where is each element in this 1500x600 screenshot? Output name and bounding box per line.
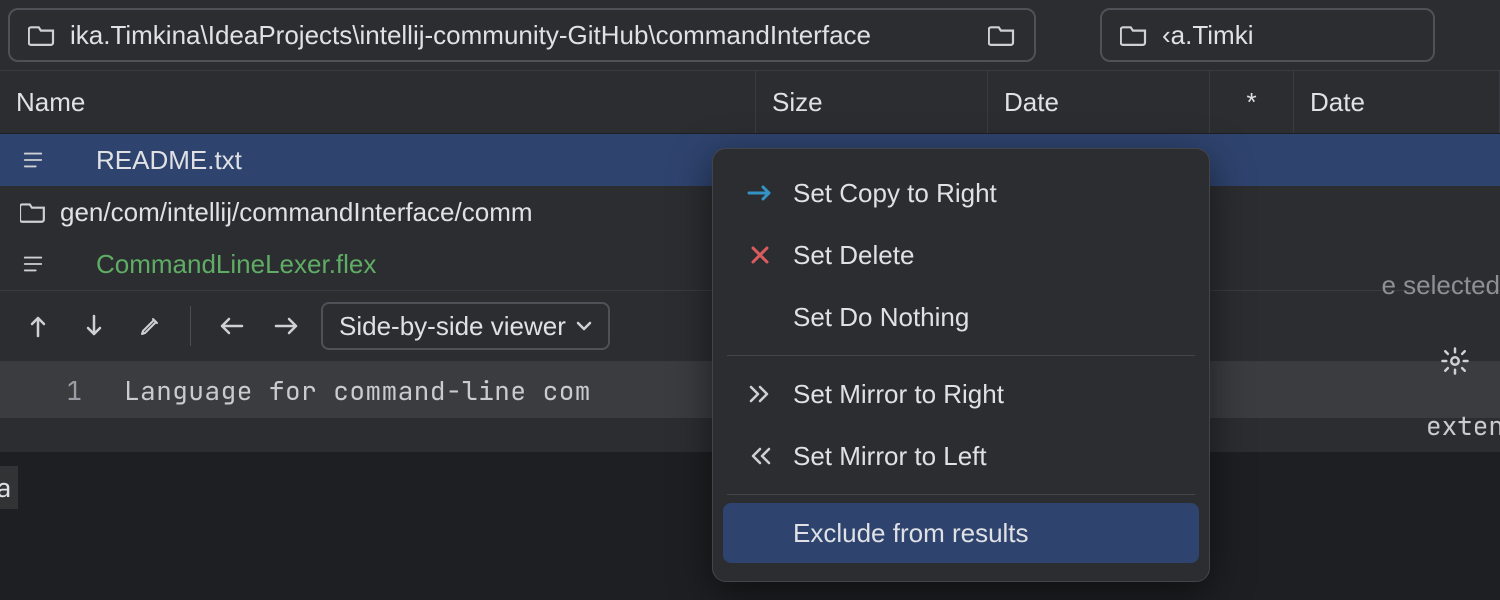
- right-code-stub: exten: [1426, 408, 1500, 443]
- placeholder-right-panel: e selected: [1381, 270, 1500, 301]
- separator: [190, 306, 191, 346]
- cross-icon: [745, 245, 775, 265]
- menu-set-copy-right[interactable]: Set Copy to Right: [723, 163, 1199, 223]
- chevrons-left-icon: [745, 446, 775, 466]
- menu-label: Exclude from results: [793, 518, 1029, 549]
- column-star[interactable]: *: [1210, 71, 1294, 133]
- column-name[interactable]: Name: [0, 71, 756, 133]
- file-text-icon: [18, 253, 48, 275]
- menu-label: Set Mirror to Right: [793, 379, 1004, 410]
- menu-separator: [727, 494, 1195, 495]
- prev-diff-button[interactable]: [16, 304, 60, 348]
- path-text-right: ‹a.Timki: [1162, 20, 1253, 51]
- file-text-icon: [18, 149, 48, 171]
- nav-back-button[interactable]: [209, 304, 253, 348]
- menu-set-mirror-left[interactable]: Set Mirror to Left: [723, 426, 1199, 486]
- path-chip-right[interactable]: ‹a.Timki: [1100, 8, 1435, 62]
- arrow-right-icon: [745, 184, 775, 202]
- column-headers: Name Size Date * Date: [0, 70, 1500, 134]
- viewer-mode-label: Side-by-side viewer: [339, 311, 566, 342]
- left-code-stub: a: [0, 466, 18, 509]
- folder-icon: [1120, 24, 1148, 46]
- column-date[interactable]: Date: [988, 71, 1210, 133]
- menu-label: Set Copy to Right: [793, 178, 997, 209]
- line-number: 1: [0, 362, 100, 418]
- file-name: gen/com/intellij/commandInterface/comm: [60, 197, 533, 228]
- menu-label: Set Delete: [793, 240, 914, 271]
- context-menu: Set Copy to Right Set Delete Set Do Noth…: [712, 148, 1210, 582]
- file-name: README.txt: [96, 145, 242, 176]
- path-bar: ika.Timkina\IdeaProjects\intellij-commun…: [0, 0, 1500, 70]
- menu-set-do-nothing[interactable]: Set Do Nothing: [723, 287, 1199, 347]
- viewer-mode-dropdown[interactable]: Side-by-side viewer: [321, 302, 610, 350]
- edit-button[interactable]: [128, 304, 172, 348]
- chevrons-right-icon: [745, 384, 775, 404]
- nav-forward-button[interactable]: [265, 304, 309, 348]
- next-diff-button[interactable]: [72, 304, 116, 348]
- folder-icon: [18, 201, 48, 223]
- settings-button[interactable]: [1440, 346, 1470, 376]
- menu-exclude-results[interactable]: Exclude from results: [723, 503, 1199, 563]
- chevron-down-icon: [576, 321, 592, 331]
- menu-set-mirror-right[interactable]: Set Mirror to Right: [723, 364, 1199, 424]
- column-date-right[interactable]: Date: [1294, 71, 1500, 133]
- menu-separator: [727, 355, 1195, 356]
- folder-icon: [988, 24, 1016, 46]
- folder-icon: [28, 24, 56, 46]
- menu-label: Set Mirror to Left: [793, 441, 987, 472]
- menu-label: Set Do Nothing: [793, 302, 969, 333]
- column-size[interactable]: Size: [756, 71, 988, 133]
- path-chip-left[interactable]: ika.Timkina\IdeaProjects\intellij-commun…: [8, 8, 1036, 62]
- file-name: CommandLineLexer.flex: [96, 249, 376, 280]
- path-text-left: ika.Timkina\IdeaProjects\intellij-commun…: [70, 20, 871, 51]
- menu-set-delete[interactable]: Set Delete: [723, 225, 1199, 285]
